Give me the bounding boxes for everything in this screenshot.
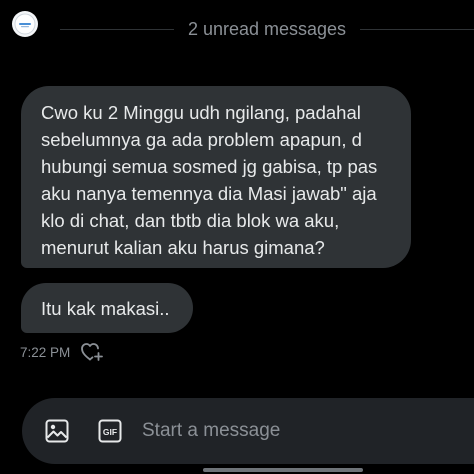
- message-line: klo di chat, dan tbtb dia blok wa aku,: [41, 210, 340, 231]
- divider-line-right: [360, 28, 474, 30]
- message-input[interactable]: [142, 418, 462, 444]
- unread-divider: 2 unread messages: [60, 18, 474, 40]
- message-line: aku nanya temennya dia Masi jawab" aja: [41, 183, 377, 204]
- message-line: sebelumnya ga ada problem apapun, d: [41, 129, 362, 150]
- message-composer: GIF: [22, 398, 474, 464]
- divider-line-left: [60, 28, 174, 30]
- message-line: hubungi semua sosmed jg gabisa, tp pas: [41, 156, 378, 177]
- message-timestamp: 7:22 PM: [20, 344, 71, 360]
- home-indicator[interactable]: [203, 468, 363, 472]
- unread-messages-label: 2 unread messages: [187, 18, 347, 39]
- svg-text:GIF: GIF: [103, 427, 117, 437]
- message-text: Itu kak makasi..: [41, 298, 170, 319]
- message-line: Cwo ku 2 Minggu udh ngilang, padahal: [41, 102, 361, 123]
- dm-conversation-screen: 2 unread messages Cwo ku 2 Minggu udh ng…: [0, 0, 474, 474]
- profile-logo-icon: [14, 13, 36, 35]
- message-bubble[interactable]: Cwo ku 2 Minggu udh ngilang, padahal seb…: [21, 86, 411, 268]
- gif-icon[interactable]: GIF: [97, 418, 123, 444]
- message-bubble[interactable]: Itu kak makasi..: [21, 283, 193, 333]
- message-meta: 7:22 PM: [20, 341, 104, 363]
- image-icon[interactable]: [44, 418, 70, 444]
- heart-plus-icon[interactable]: [80, 341, 104, 363]
- message-line: menurut kalian aku harus gimana?: [41, 237, 325, 258]
- avatar[interactable]: [12, 11, 38, 37]
